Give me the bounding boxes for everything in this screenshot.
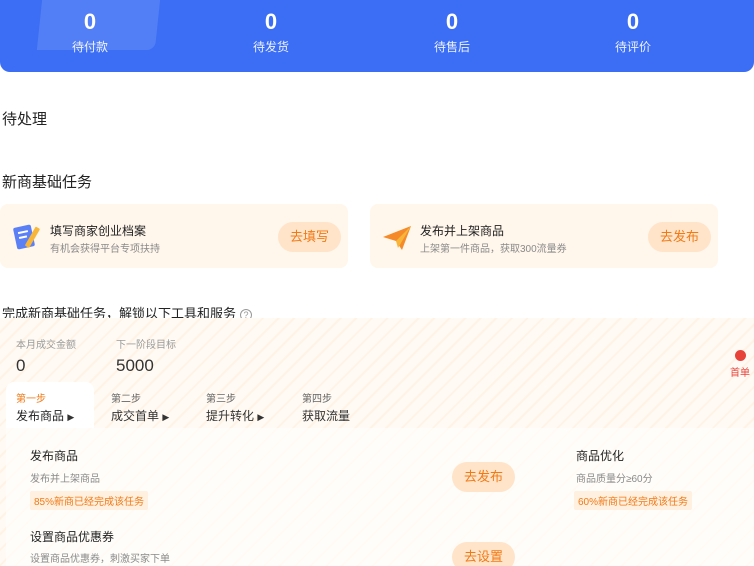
item-subtitle-publish: 发布并上架商品 bbox=[30, 474, 100, 485]
stat-value: 0 bbox=[83, 9, 97, 34]
task-card-publish: 发布并上架商品 上架第一件商品，获取300流量券 去发布 bbox=[370, 204, 718, 268]
task-card-profile: 填写商家创业档案 有机会获得平台专项扶持 去填写 bbox=[0, 204, 348, 268]
tab-step-first-order[interactable]: 第二步 成交首单 ▶ bbox=[111, 390, 169, 424]
item-title-coupon: 设置商品优惠券 bbox=[30, 530, 115, 544]
item-title-publish: 发布商品 bbox=[30, 449, 79, 463]
task-subtitle: 有机会获得平台专项扶持 bbox=[50, 244, 160, 255]
first-order-marker: 首单 bbox=[728, 350, 752, 379]
step-name: 获取流量 bbox=[302, 409, 351, 423]
step-name: 成交首单 ▶ bbox=[111, 409, 170, 423]
play-arrow-icon: ▶ bbox=[162, 412, 170, 422]
item-title-optimize: 商品优化 bbox=[576, 449, 625, 463]
item-subtitle-optimize: 商品质量分≥60分 bbox=[576, 474, 653, 485]
paper-plane-icon bbox=[383, 226, 411, 250]
stat-label: 待售后 bbox=[433, 40, 470, 54]
stat-value: 0 bbox=[264, 9, 278, 34]
publish-item-button[interactable]: 去发布 bbox=[452, 462, 516, 492]
next-target-label: 下一阶段目标 bbox=[116, 340, 176, 351]
marker-label: 首单 bbox=[730, 368, 750, 379]
stat-value: 0 bbox=[626, 9, 640, 34]
step-name: 发布商品 ▶ bbox=[16, 409, 75, 423]
stat-pending-shipment[interactable]: 0 待发货 bbox=[221, 8, 321, 56]
publish-product-button[interactable]: 去发布 bbox=[648, 222, 712, 252]
task-subtitle: 上架第一件商品，获取300流量券 bbox=[420, 244, 567, 255]
step-number: 第一步 bbox=[16, 394, 46, 405]
stat-pending-review[interactable]: 0 待评价 bbox=[583, 8, 683, 56]
fill-profile-button[interactable]: 去填写 bbox=[278, 222, 342, 252]
stat-label: 待评价 bbox=[614, 40, 651, 54]
item-completion-badge: 60%新商已经完成该任务 bbox=[574, 491, 693, 510]
stat-label: 待付款 bbox=[71, 40, 108, 54]
tab-step-publish[interactable]: 第一步 发布商品 ▶ bbox=[16, 390, 74, 424]
task-title: 填写商家创业档案 bbox=[50, 224, 147, 238]
task-title: 发布并上架商品 bbox=[420, 224, 505, 238]
monthly-sales-value: 0 bbox=[16, 356, 26, 375]
step-number: 第二步 bbox=[111, 394, 141, 405]
stat-after-sales[interactable]: 0 待售后 bbox=[402, 8, 502, 56]
item-completion-badge: 85%新商已经完成该任务 bbox=[30, 491, 149, 510]
stat-pending-payment[interactable]: 0 待付款 bbox=[40, 8, 140, 56]
stat-value: 0 bbox=[445, 9, 459, 34]
tab-step-traffic[interactable]: 第四步 获取流量 bbox=[302, 390, 350, 424]
tasks-section-title: 新商基础任务 bbox=[2, 174, 93, 191]
marker-dot-icon bbox=[734, 350, 746, 361]
item-subtitle-coupon: 设置商品优惠券，刺激买家下单 bbox=[30, 554, 170, 565]
pending-section-title: 待处理 bbox=[2, 111, 48, 128]
step-number: 第三步 bbox=[206, 394, 236, 405]
play-arrow-icon: ▶ bbox=[257, 412, 265, 422]
next-target-value: 5000 bbox=[116, 356, 154, 375]
monthly-sales-label: 本月成交金额 bbox=[16, 340, 76, 351]
tab-step-conversion[interactable]: 第三步 提升转化 ▶ bbox=[206, 390, 264, 424]
document-pen-icon bbox=[13, 224, 40, 250]
stat-label: 待发货 bbox=[252, 40, 289, 54]
order-stats-banner: 0 待付款 0 待发货 0 待售后 0 待评价 bbox=[0, 0, 754, 72]
play-arrow-icon: ▶ bbox=[67, 412, 75, 422]
set-coupon-button[interactable]: 去设置 bbox=[452, 542, 516, 566]
step-name: 提升转化 ▶ bbox=[206, 409, 265, 423]
step-number: 第四步 bbox=[302, 394, 332, 405]
